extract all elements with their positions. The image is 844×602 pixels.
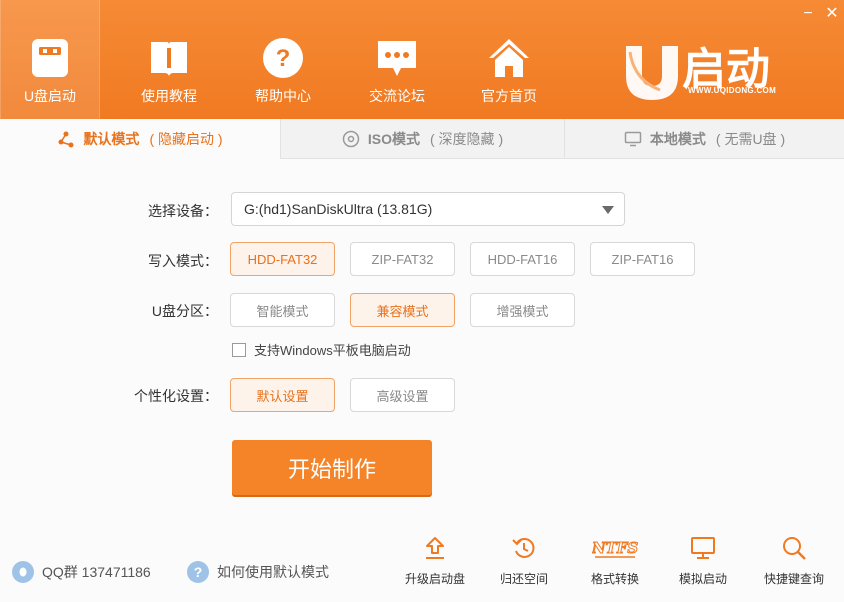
tool-label: 归还空间	[499, 572, 548, 586]
tab-subtitle: ( 隐藏启动 )	[149, 131, 223, 147]
partition-smart[interactable]: 智能模式	[230, 293, 335, 327]
device-label: 选择设备：	[148, 203, 218, 219]
tool-label: 快捷键查询	[763, 572, 824, 586]
monitor-icon	[691, 537, 715, 559]
nav-label: 官方首页	[481, 88, 537, 104]
tab-subtitle: ( 深度隐藏 )	[430, 130, 504, 147]
personal-label: 个性化设置：	[134, 388, 218, 404]
tab-default-mode[interactable]: 默认模式 ( 隐藏启动 )	[0, 119, 280, 159]
restore-icon	[512, 538, 535, 558]
start-button[interactable]: 开始制作	[232, 440, 432, 495]
search-icon	[783, 537, 806, 560]
nav-label: 交流论坛	[369, 88, 425, 104]
partition-enhanced[interactable]: 增强模式	[470, 293, 575, 327]
nav-label: 使用教程	[141, 88, 197, 104]
help-link-text: 如何使用默认模式	[217, 564, 329, 580]
partition-label: U盘分区：	[151, 303, 218, 319]
device-select[interactable]: G:(hd1)SanDiskUltra (13.81G)	[231, 192, 625, 226]
tool-simulate-boot[interactable]: 模拟启动	[663, 534, 743, 587]
write-mode-zip-fat16[interactable]: ZIP-FAT16	[590, 242, 695, 276]
svg-text:NTFS: NTFS	[592, 539, 638, 557]
book-icon	[151, 42, 187, 76]
chat-bubble-icon	[378, 41, 416, 76]
mode-tabs: 默认模式 ( 隐藏启动 ) ISO模式 ( 深度隐藏 ) 本地模式 ( 无需U盘…	[0, 119, 844, 159]
personal-advanced[interactable]: 高级设置	[350, 378, 455, 412]
question-icon: ?	[263, 38, 303, 78]
write-mode-hdd-fat32[interactable]: HDD-FAT32	[230, 242, 335, 276]
tab-title: 默认模式	[83, 131, 140, 147]
tab-title: 本地模式	[649, 130, 706, 147]
question-icon: ?	[187, 561, 209, 583]
nav-label: 帮助中心	[255, 88, 311, 104]
tablet-boot-checkbox[interactable]	[232, 342, 246, 357]
brand-url: WWW.UQIDONG.COM	[688, 86, 777, 95]
upload-arrow-icon	[426, 537, 444, 559]
monitor-icon	[624, 131, 642, 146]
nav-tutorial[interactable]: 使用教程	[112, 0, 226, 119]
help-link[interactable]: ? 如何使用默认模式	[187, 561, 329, 583]
close-button[interactable]: ✕	[822, 4, 842, 24]
minimize-button[interactable]: −	[798, 4, 818, 24]
tab-subtitle: ( 无需U盘 )	[715, 130, 786, 147]
tablet-boot-option[interactable]: 支持Windows平板电脑启动	[232, 340, 411, 359]
share-nodes-icon	[58, 131, 74, 148]
tab-local-mode[interactable]: 本地模式 ( 无需U盘 )	[564, 119, 844, 159]
nav-home[interactable]: 官方首页	[452, 0, 566, 119]
tool-format-convert[interactable]: NTFS 格式转换	[575, 534, 655, 587]
write-mode-label: 写入模式：	[148, 253, 218, 269]
personal-default[interactable]: 默认设置	[230, 378, 335, 412]
svg-text:?: ?	[276, 45, 291, 72]
tab-title: ISO模式	[367, 130, 420, 147]
nav-help[interactable]: ? 帮助中心	[226, 0, 340, 119]
qq-icon	[12, 561, 34, 583]
tool-label: 格式转换	[590, 572, 639, 586]
tab-iso-mode[interactable]: ISO模式 ( 深度隐藏 )	[280, 119, 564, 159]
chevron-down-icon	[602, 206, 614, 214]
disc-icon	[342, 130, 360, 147]
usb-drive-icon	[32, 39, 68, 77]
header-bar: U盘启动 使用教程 ? 帮助中心 交流论坛 官方首页 − ✕ 启动 WWW.UQ…	[0, 0, 844, 119]
tool-upgrade-disk[interactable]: 升级启动盘	[395, 534, 475, 587]
qq-group-text: QQ群 137471186	[42, 564, 151, 580]
tool-label: 升级启动盘	[404, 572, 465, 586]
write-mode-zip-fat32[interactable]: ZIP-FAT32	[350, 242, 455, 276]
ntfs-icon: NTFS	[592, 539, 638, 558]
nav-label: U盘启动	[23, 88, 77, 104]
tool-label: 模拟启动	[678, 572, 727, 586]
nav-forum[interactable]: 交流论坛	[340, 0, 454, 119]
partition-compatible[interactable]: 兼容模式	[350, 293, 455, 327]
qq-group-link[interactable]: QQ群 137471186	[12, 561, 151, 583]
device-value: G:(hd1)SanDiskUltra (13.81G)	[244, 201, 433, 217]
home-icon	[489, 39, 529, 77]
write-mode-hdd-fat16[interactable]: HDD-FAT16	[470, 242, 575, 276]
tablet-boot-label: 支持Windows平板电脑启动	[254, 343, 411, 358]
nav-usb-boot[interactable]: U盘启动	[0, 0, 100, 119]
tool-restore-space[interactable]: 归还空间	[484, 534, 564, 587]
tool-hotkey-lookup[interactable]: 快捷键查询	[754, 534, 834, 587]
